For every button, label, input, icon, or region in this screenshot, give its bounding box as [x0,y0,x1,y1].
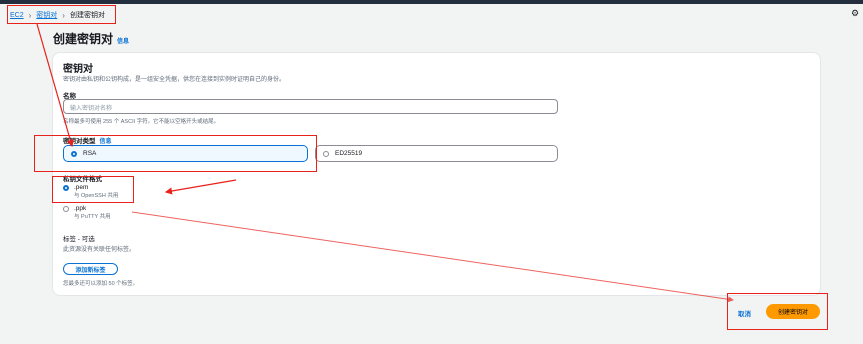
chevron-right-icon: › [62,10,65,20]
key-type-label: 密钥对类型 信息 [63,135,112,145]
radio-selected-icon [63,185,69,191]
key-type-ed25519-option[interactable]: ED25519 [315,145,558,162]
page-title-text: 创建密钥对 [53,32,114,46]
breadcrumb-current: 创建密钥对 [69,12,105,19]
radio-unselected-icon [63,206,69,212]
tags-hint: 您最多还可以添加 50 个标签。 [63,281,139,287]
console-top-bar [0,0,863,4]
chevron-right-icon: › [28,10,32,20]
breadcrumb-ec2[interactable]: EC2 [10,12,24,19]
radio-selected-icon [71,150,77,157]
key-format-label: 私钥文件格式 [63,176,102,183]
create-key-pair-button[interactable]: 创建密钥对 [766,304,820,319]
format-pem-option[interactable]: .pem 与 OpenSSH 共用 [63,184,118,199]
tags-label: 标签 - 可选 [63,236,95,243]
gear-icon[interactable]: ⚙ [851,8,859,19]
page-title: 创建密钥对 信息 [53,30,129,47]
add-tag-button[interactable]: 添加新标签 [63,263,118,275]
section-title: 密钥对 [63,64,93,75]
breadcrumb: EC2 › 密钥对 › 创建密钥对 [10,8,105,22]
format-ppk-hint: 与 PuTTY 共用 [74,214,111,220]
name-input[interactable]: 输入密钥对名称 [63,99,558,114]
section-description: 密钥对由私钥和公钥构成，是一组安全凭据，供您在连接到实例时证明自己的身份。 [63,77,286,83]
key-pair-panel: 密钥对 密钥对由私钥和公钥构成，是一组安全凭据，供您在连接到实例时证明自己的身份… [52,52,821,296]
key-type-rsa-label: RSA [83,150,97,157]
key-type-label-text: 密钥对类型 [63,138,96,145]
radio-unselected-icon [323,150,329,157]
key-type-rsa-option[interactable]: RSA [63,145,308,162]
breadcrumb-key-pairs[interactable]: 密钥对 [36,10,57,20]
tags-description: 此资源没有关联任何标签。 [63,247,136,253]
format-pem-hint: 与 OpenSSH 共用 [74,193,119,199]
info-link[interactable]: 信息 [117,39,129,45]
format-ppk-option[interactable]: .ppk 与 PuTTY 共用 [63,205,111,220]
key-type-ed25519-label: ED25519 [335,150,363,157]
format-ppk-label: .ppk [74,205,87,212]
name-hint: 名称最多可使用 255 个 ASCII 字符。它不能以空格开头或结尾。 [63,119,220,125]
cancel-button[interactable]: 取消 [738,308,751,318]
format-pem-label: .pem [74,184,89,191]
